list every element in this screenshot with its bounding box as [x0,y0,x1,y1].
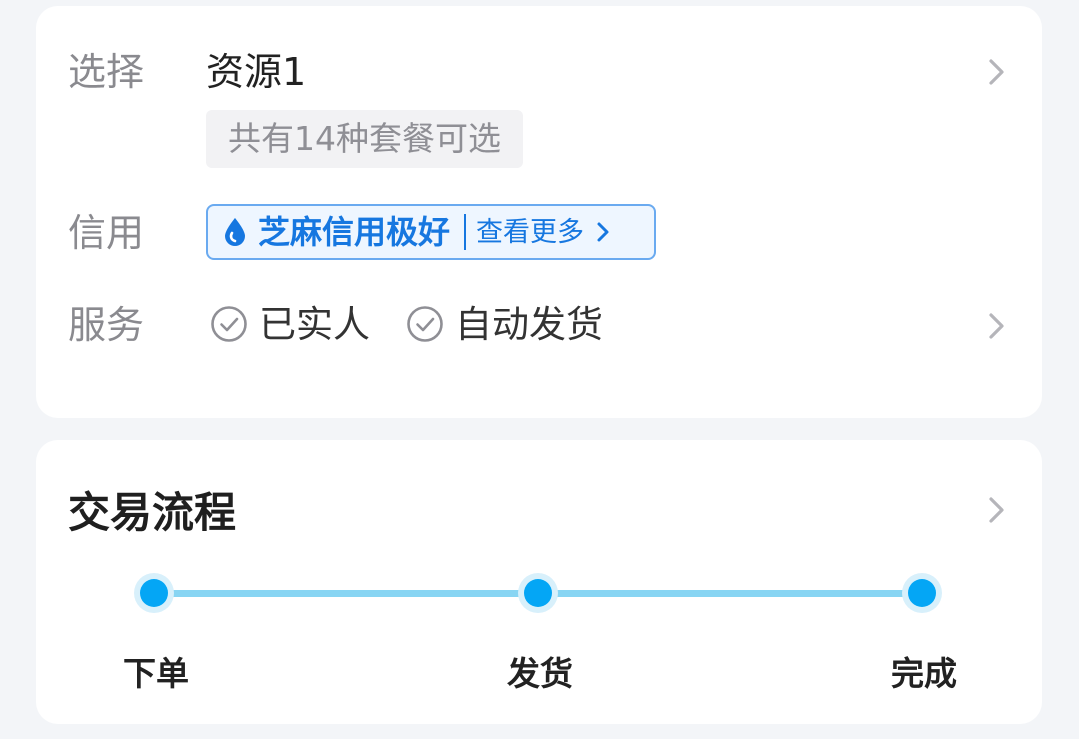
product-options-card: 选择 资源1 共有14种套餐可选 信用 芝麻信用极好 查看更多 服务 已实人 自… [36,6,1042,418]
check-circle-icon [211,306,247,342]
credit-more-chevron-icon [597,222,609,242]
step-label-complete: 完成 [891,654,957,693]
selected-resource[interactable]: 资源1 [206,53,306,91]
step-dot-complete [902,573,942,613]
service-chevron-right-icon[interactable] [976,306,1016,346]
sesame-credit-badge[interactable]: 芝麻信用极好 查看更多 [206,204,656,260]
step-dot-order [134,573,174,613]
credit-divider [464,214,467,250]
package-count-chip: 共有14种套餐可选 [206,110,523,168]
service-text: 已实人 [259,302,370,346]
step-label-ship: 发货 [507,654,573,693]
service-label: 服务 [68,303,145,347]
credit-more-link[interactable]: 查看更多 [476,219,584,246]
transaction-flow-card[interactable]: 交易流程 下单 发货 完成 [36,440,1042,724]
service-text: 自动发货 [455,302,603,346]
check-circle-icon [407,306,443,342]
sesame-credit-icon [225,218,245,246]
flow-chevron-right-icon[interactable] [976,490,1016,530]
step-label-order: 下单 [123,654,189,693]
flow-title: 交易流程 [68,488,237,537]
credit-label: 信用 [68,211,145,255]
service-item-auto-delivery: 自动发货 [405,304,603,344]
select-chevron-right-icon[interactable] [976,52,1016,92]
credit-rating-text: 芝麻信用极好 [258,213,451,251]
select-label: 选择 [68,50,145,94]
service-item-verified: 已实人 [209,304,370,344]
step-dot-ship [518,573,558,613]
